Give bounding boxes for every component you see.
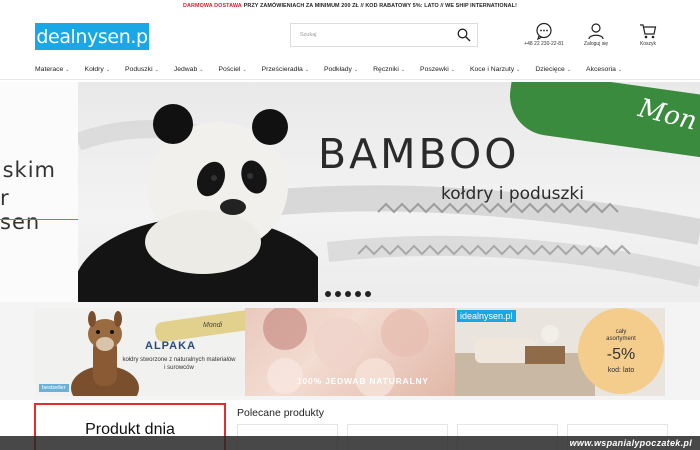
jedwab-text: 100% JEDWAB NATURALNY [297, 376, 429, 386]
chevron-down-icon: ⌄ [450, 66, 455, 73]
discount-circle: cały asortyment -5% kod: lato [578, 308, 664, 394]
brand-ribbon [154, 309, 245, 343]
free-delivery-label: DARMOWA DOSTAWA [183, 3, 242, 9]
slider-dots [325, 291, 371, 297]
panda-image [78, 104, 318, 302]
alpaka-banner[interactable]: Mondi ALPAKA kołdry stworzone z naturaln… [35, 308, 245, 396]
chevron-down-icon: ⌄ [566, 66, 572, 73]
header-actions: +48 22 230-22-81 Zaloguj się Koszyk [524, 22, 668, 47]
header: idealnysen.pl Szukaj +48 22 230-22-81 Za… [0, 12, 700, 60]
nav-jedwab[interactable]: Jedwab ⌄ [174, 66, 204, 73]
alpaca-image [71, 311, 139, 396]
chevron-down-icon: ⌄ [400, 66, 406, 73]
nav-podklady[interactable]: Podkłady ⌄ [324, 66, 358, 73]
cart-icon [640, 24, 657, 39]
sale-line-2: asortyment [606, 335, 636, 342]
nav-poduszki[interactable]: Poduszki ⌄ [125, 66, 159, 73]
nav-koldry[interactable]: Kołdry ⌄ [85, 66, 110, 73]
hero-left-text-2: r sen [0, 186, 41, 234]
sale-banner[interactable]: idealnysen.pl cały asortyment -5% kod: l… [455, 308, 665, 396]
search-icon [457, 28, 471, 42]
nav-poszewki[interactable]: Poszewki ⌄ [420, 66, 455, 73]
alpaka-title: ALPAKA [145, 340, 197, 352]
user-icon [588, 23, 604, 40]
divider [0, 219, 78, 220]
search-bar[interactable]: Szukaj [290, 23, 478, 47]
chevron-down-icon: ⌄ [154, 66, 159, 73]
jedwab-banner[interactable]: 100% JEDWAB NATURALNY [245, 308, 455, 396]
slide-dot[interactable] [355, 291, 361, 297]
nav-przescieradla[interactable]: Prześcieradła ⌄ [262, 66, 309, 73]
login-button[interactable]: Zaloguj się [576, 22, 616, 47]
main-nav: Materace ⌄ Kołdry ⌄ Poduszki ⌄ Jedwab ⌄ Pośc… [0, 60, 700, 80]
promo-topbar: DARMOWA DOSTAWA PRZY ZAMÓWIENIACH ZA MIN… [0, 0, 700, 12]
contact-button[interactable]: +48 22 230-22-81 [524, 22, 564, 47]
cart-label: Koszyk [639, 41, 657, 47]
nav-reczniki[interactable]: Ręczniki ⌄ [373, 66, 405, 73]
hero-title: BAMBOO [318, 130, 520, 178]
promo-banners: Mondi ALPAKA kołdry stworzone z naturaln… [0, 302, 700, 400]
chat-icon [536, 22, 552, 40]
login-label: Zaloguj się [583, 41, 609, 47]
nav-posciel[interactable]: Pościel ⌄ [218, 66, 246, 73]
sale-line-1: cały [615, 328, 627, 335]
watermark: www.wspanialypoczatek.pl [0, 436, 700, 450]
slide-dot[interactable] [335, 291, 341, 297]
nav-akcesoria[interactable]: Akcesoria ⌄ [586, 66, 622, 73]
chevron-down-icon: ⌄ [105, 66, 111, 73]
logo[interactable]: idealnysen.pl [31, 23, 153, 50]
recommended-title: Polecane produkty [237, 407, 324, 419]
chevron-down-icon: ⌄ [199, 66, 204, 73]
nav-materace[interactable]: Materace ⌄ [35, 66, 70, 73]
alpaka-subtitle: kołdry stworzone z naturalnych materiałó… [122, 357, 236, 371]
chevron-down-icon: ⌄ [65, 66, 70, 73]
topbar-text: PRZY ZAMÓWIENIACH ZA MINIMUM 200 ZŁ // K… [243, 3, 517, 9]
alpaka-brand: Mondi [203, 322, 223, 329]
nav-dzieciece[interactable]: Dziecięce ⌄ [535, 66, 571, 73]
cart-button[interactable]: Koszyk [628, 22, 668, 47]
bestseller-badge: bestseller [39, 384, 69, 392]
chevron-down-icon: ⌄ [617, 66, 623, 73]
slide-dot[interactable] [345, 291, 351, 297]
search-button[interactable] [451, 24, 477, 46]
search-input[interactable]: Szukaj [300, 32, 451, 38]
page: DARMOWA DOSTAWA PRZY ZAMÓWIENIACH ZA MIN… [0, 0, 700, 450]
hero-left-text-1: skim [2, 158, 56, 182]
chevron-down-icon: ⌄ [516, 66, 521, 73]
chevron-down-icon: ⌄ [242, 66, 247, 73]
sale-code: kod: lato [607, 366, 635, 374]
hero-banner[interactable]: Mon BAMBOO kołdry i poduszki [78, 82, 700, 302]
hero-slider[interactable]: skim r sen Mon BAMBOO kołdry i poduszki [0, 82, 700, 302]
nav-koce-narzuty[interactable]: Koce i Narzuty ⌄ [470, 66, 520, 73]
sale-value: -5% [606, 345, 636, 363]
slide-dot[interactable] [325, 291, 331, 297]
sale-banner-logo: idealnysen.pl [457, 310, 516, 322]
chevron-down-icon: ⌄ [353, 66, 359, 73]
phone-number: +48 22 230-22-81 [524, 41, 564, 47]
previous-slide-peek: skim r sen [0, 82, 78, 302]
chevron-down-icon: ⌄ [304, 66, 309, 73]
hero-subtitle: kołdry i poduszki [441, 184, 584, 204]
slide-dot[interactable] [365, 291, 371, 297]
